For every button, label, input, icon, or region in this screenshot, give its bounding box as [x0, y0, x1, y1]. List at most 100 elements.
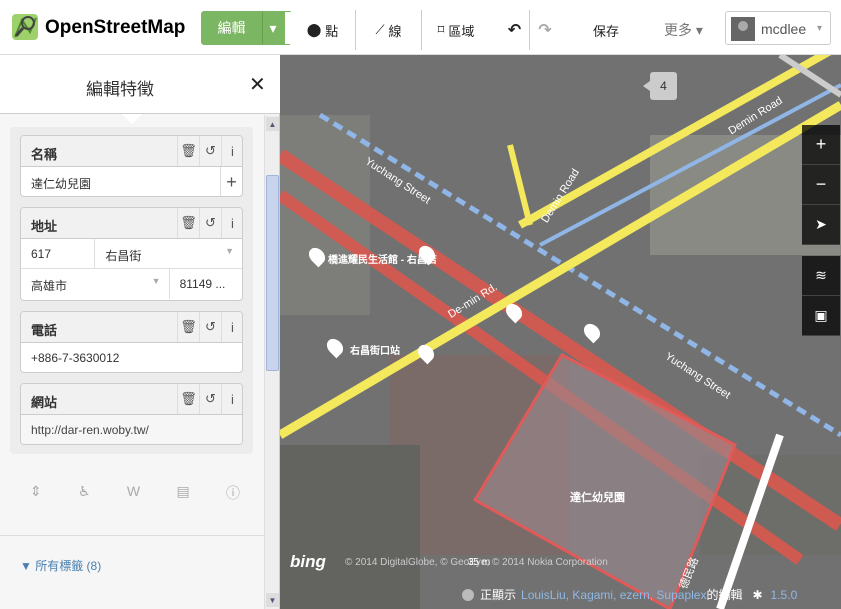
preset-icons-row: ⇕ ♿ W ▤ ⓘ	[30, 483, 240, 503]
undo-icon[interactable]: ↺	[199, 384, 221, 414]
openstreetmap-logo-icon[interactable]	[10, 12, 40, 42]
document-icon[interactable]: ▤	[176, 483, 189, 503]
sidebar-scrollbar[interactable]: ▲ ▼	[264, 115, 279, 609]
poi-label[interactable]: 右昌街口站	[350, 342, 400, 357]
footer-suffix: 的編輯	[706, 588, 743, 602]
field-label-row: 地址 🗑 ↺ i	[21, 208, 242, 239]
map-canvas[interactable]: Yuchang Street Yuchang Street Demin Road…	[280, 55, 841, 609]
zoom-out-button[interactable]: −	[802, 165, 840, 205]
add-icon[interactable]: +	[220, 167, 242, 196]
edit-button[interactable]: 編輯	[201, 11, 262, 45]
address-row-2: 高雄市 ▼ 81149 ...	[21, 269, 242, 299]
add-point-button[interactable]: ⬤ 點	[290, 10, 356, 50]
phone-label: 電話	[31, 323, 58, 338]
more-menu[interactable]: 更多 ▾	[664, 20, 703, 40]
field-label-row: 名稱 🗑 ↺ i	[21, 136, 242, 167]
add-area-label: 區域	[448, 23, 475, 39]
name-field: 名稱 🗑 ↺ i 達仁幼兒園 +	[20, 135, 243, 197]
trash-icon[interactable]: 🗑	[177, 208, 199, 238]
username: mcdlee	[761, 21, 807, 37]
zoom-in-button[interactable]: +	[802, 125, 840, 165]
user-menu[interactable]: mcdlee ▾	[725, 11, 831, 45]
website-field: 網站 🗑 ↺ i http://dar-ren.woby.tw/	[20, 383, 243, 445]
layer-controls: ≋ ▣	[802, 256, 840, 336]
add-area-button[interactable]: ⌑ 區域	[422, 10, 490, 50]
save-button[interactable]: 保存	[571, 10, 641, 50]
add-line-label: 線	[388, 23, 402, 39]
info-icon[interactable]: i	[221, 136, 242, 166]
trash-icon[interactable]: 🗑	[177, 312, 199, 342]
street-select[interactable]: 右昌街 ▼	[95, 239, 242, 268]
phone-field: 電話 🗑 ↺ i +886-7-3630012	[20, 311, 243, 373]
undo-icon[interactable]: ↺	[199, 312, 221, 342]
line-icon: ⟋	[375, 22, 385, 37]
layers-button[interactable]: ≋	[802, 256, 840, 296]
bug-report-icon[interactable]: ✱	[752, 588, 762, 602]
save-group: 保存	[571, 10, 641, 50]
redo-button[interactable]: ↷	[530, 10, 560, 50]
trash-icon[interactable]: 🗑	[177, 384, 199, 414]
wikipedia-icon[interactable]: W	[127, 483, 140, 503]
name-input[interactable]: 達仁幼兒園	[21, 167, 242, 196]
zoom-controls: + − ➤	[802, 125, 840, 245]
info-icon[interactable]: ⓘ	[226, 483, 240, 503]
name-label: 名稱	[31, 147, 58, 162]
scroll-up-icon[interactable]: ▲	[266, 117, 279, 131]
scroll-thumb[interactable]	[266, 175, 279, 371]
sidebar-header: 編輯特徵 ✕	[0, 55, 280, 114]
version-link[interactable]: 1.5.0	[771, 588, 798, 602]
bing-logo[interactable]: bing	[290, 552, 326, 572]
all-tags-toggle[interactable]: ▼ 所有標籤 (8)	[20, 557, 101, 574]
close-icon[interactable]: ✕	[249, 72, 266, 97]
website-input[interactable]: http://dar-ren.woby.tw/	[21, 415, 242, 444]
edit-count-badge: 4	[643, 72, 677, 100]
map-drawing	[280, 55, 841, 609]
chevron-down-icon: ▼	[225, 246, 234, 256]
field-label-row: 網站 🗑 ↺ i	[21, 384, 242, 415]
divider	[0, 535, 264, 536]
wheelchair-icon[interactable]: ♿	[78, 483, 91, 503]
city-select[interactable]: 高雄市 ▼	[21, 269, 170, 299]
city-value: 高雄市	[31, 279, 68, 293]
undo-icon[interactable]: ↺	[199, 136, 221, 166]
undo-button[interactable]: ↶	[500, 10, 530, 50]
preset-fields-panel: 名稱 🗑 ↺ i 達仁幼兒園 + 地址 🗑 ↺ i 617 右昌街 ▼ 高雄市 …	[10, 127, 253, 454]
sidebar-title: 編輯特徵	[86, 80, 154, 99]
draw-toolbar: ⬤ 點 ⟋ 線 ⌑ 區域	[290, 10, 490, 50]
scale-bar: 35 m	[468, 557, 491, 568]
address-label: 地址	[31, 219, 58, 234]
contributors-link[interactable]: LouisLiu, Kagami, ezern, Supaplex	[521, 588, 706, 602]
pin-icon: ⬤	[306, 22, 322, 37]
footer-prefix: 正顯示	[480, 588, 517, 602]
history-toggle-icon[interactable]	[462, 588, 474, 601]
housenumber-input[interactable]: 617	[21, 239, 96, 268]
address-row-1: 617 右昌街 ▼	[21, 239, 242, 269]
sidebar: 編輯特徵 ✕ 名稱 🗑 ↺ i 達仁幼兒園 + 地址 🗑 ↺ i 617 右昌街…	[0, 55, 280, 609]
field-label-row: 電話 🗑 ↺ i	[21, 312, 242, 343]
add-point-label: 點	[325, 23, 339, 39]
chevron-down-icon: ▾	[816, 23, 822, 34]
undo-redo-group: ↶ ↷	[500, 10, 560, 50]
brand-name[interactable]: OpenStreetMap	[45, 17, 185, 39]
info-icon[interactable]: i	[221, 384, 242, 414]
elevator-icon[interactable]: ⇕	[30, 483, 42, 503]
info-icon[interactable]: i	[221, 312, 242, 342]
edit-dropdown-button[interactable]: ▾	[262, 11, 284, 45]
info-icon[interactable]: i	[221, 208, 242, 238]
address-field: 地址 🗑 ↺ i 617 右昌街 ▼ 高雄市 ▼ 81149 ...	[20, 207, 243, 301]
avatar	[731, 17, 755, 41]
postcode-select[interactable]: 81149 ...	[170, 269, 242, 299]
map-data-button[interactable]: ▣	[802, 296, 840, 336]
add-line-button[interactable]: ⟋ 線	[356, 10, 422, 50]
scroll-down-icon[interactable]: ▼	[266, 593, 279, 607]
trash-icon[interactable]: 🗑	[177, 136, 199, 166]
street-value: 右昌街	[105, 249, 142, 263]
website-label: 網站	[31, 395, 58, 410]
phone-input[interactable]: +886-7-3630012	[21, 343, 242, 372]
undo-icon[interactable]: ↺	[199, 208, 221, 238]
postcode-value: 81149 ...	[179, 277, 226, 291]
chevron-down-icon: ▼	[151, 276, 161, 286]
building-label[interactable]: 達仁幼兒園	[570, 489, 625, 505]
geolocate-button[interactable]: ➤	[802, 205, 840, 245]
footer-info: 正顯示 LouisLiu, Kagami, ezern, Supaplex 的編…	[462, 580, 797, 609]
